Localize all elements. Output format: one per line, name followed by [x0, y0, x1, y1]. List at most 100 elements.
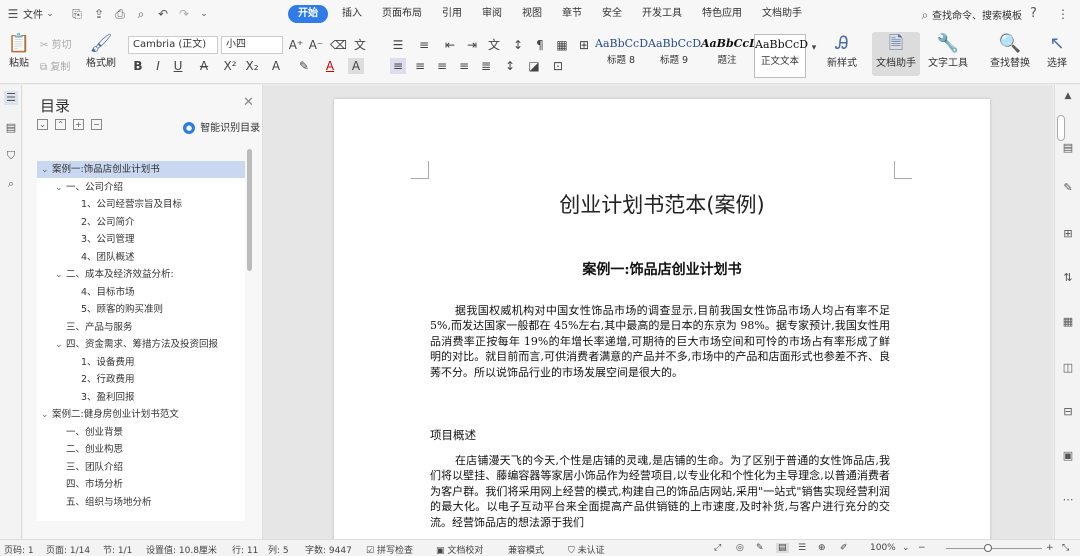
- style-caption[interactable]: AaBbCcD 题注: [701, 34, 759, 78]
- toc-item[interactable]: 五、组织与场地分析: [66, 494, 152, 511]
- print-icon[interactable]: ⎙: [113, 7, 127, 21]
- shading-icon[interactable]: ◪: [526, 58, 542, 74]
- read-mode-icon[interactable]: ✐: [840, 543, 848, 553]
- distribute-icon[interactable]: ≣: [478, 58, 494, 74]
- toc-item[interactable]: ⌄ 四、资金需求、筹措方法及投资回报: [55, 336, 218, 353]
- indent-icon[interactable]: ⇥: [464, 37, 480, 53]
- text-effect-icon[interactable]: A: [268, 58, 284, 74]
- remove-heading-icon[interactable]: −: [91, 119, 102, 130]
- toc-item[interactable]: 5、顾客的购买准则: [81, 301, 163, 318]
- help-button[interactable]: ?: [1030, 6, 1037, 21]
- toc-item[interactable]: 三、产品与服务: [66, 319, 133, 336]
- toc-item[interactable]: 2、公司简介: [81, 214, 135, 231]
- style-heading-8[interactable]: AaBbCcD 标题 8: [595, 34, 648, 78]
- toc-item[interactable]: 四、市场分析: [66, 476, 123, 493]
- subscript-icon[interactable]: X₂: [244, 58, 260, 74]
- document-page[interactable]: 创业计划书范本(案例) 案例一:饰品店创业计划书 据我国权威机构对中国女性饰品市…: [334, 99, 990, 539]
- eye-protect-icon[interactable]: ◎: [736, 543, 744, 553]
- tab-developer[interactable]: 开发工具: [632, 5, 692, 23]
- write-mode-icon[interactable]: ✎: [756, 543, 764, 553]
- zoom-slider-knob[interactable]: [984, 544, 992, 552]
- table-icon[interactable]: ⊞: [576, 37, 592, 53]
- toc-item[interactable]: ⌄ 案例一:饰品店创业计划书: [37, 161, 245, 178]
- font-name-select[interactable]: Cambria (正文): [128, 36, 218, 54]
- text-tools-button[interactable]: 🔧 文字工具: [924, 34, 972, 70]
- show-marks-icon[interactable]: ¶: [532, 37, 548, 53]
- export-icon[interactable]: ⇪: [92, 7, 106, 21]
- shrink-font-icon[interactable]: A⁻: [308, 37, 324, 53]
- doc-assistant-button[interactable]: 🗎 文档助手: [872, 32, 920, 76]
- toc-item[interactable]: 二、创业构思: [66, 441, 123, 458]
- highlight-icon[interactable]: ✎: [296, 58, 312, 74]
- toc-item[interactable]: 4、团队概述: [81, 249, 135, 266]
- add-heading-icon[interactable]: +: [73, 119, 84, 130]
- undo-icon[interactable]: ↶: [156, 7, 170, 21]
- bullet-list-icon[interactable]: ☰: [390, 37, 406, 53]
- expand-all-icon[interactable]: ⌃: [55, 119, 66, 130]
- zoom-in-icon[interactable]: +: [1046, 543, 1054, 553]
- side-tool-icon[interactable]: ⊟: [1061, 405, 1075, 419]
- auth-button[interactable]: ⛉ 未认证: [568, 543, 605, 556]
- cut-button[interactable]: ✂ 剪切: [40, 36, 72, 51]
- toc-item[interactable]: 三、团队介绍: [66, 459, 123, 476]
- file-menu[interactable]: ☰ 文件 ⌄: [6, 6, 57, 22]
- format-painter-button[interactable]: 🖌 格式刷: [84, 34, 118, 70]
- strikethrough-icon[interactable]: A: [196, 58, 212, 74]
- toc-item[interactable]: 一、创业背景: [66, 424, 123, 441]
- bold-icon[interactable]: B: [130, 58, 146, 74]
- zoom-level[interactable]: 100%: [870, 543, 896, 553]
- bookmark-icon[interactable]: ⛉: [4, 149, 18, 163]
- zoom-slider[interactable]: [946, 548, 1042, 549]
- side-tool-icon[interactable]: ◫: [1061, 361, 1075, 375]
- numbered-list-icon[interactable]: ≡: [416, 37, 432, 53]
- scroll-up-icon[interactable]: ▲: [1061, 89, 1075, 103]
- outline-view-icon[interactable]: ☰: [798, 543, 806, 553]
- side-tool-icon[interactable]: ⇅: [1061, 271, 1075, 285]
- borders-icon[interactable]: ▦: [554, 37, 570, 53]
- side-tool-icon[interactable]: ⋯: [1061, 493, 1075, 507]
- paste-button[interactable]: 📋 粘贴: [4, 34, 34, 70]
- fullscreen-icon[interactable]: ⤢: [714, 543, 721, 553]
- align-right-icon[interactable]: ≡: [434, 58, 450, 74]
- tab-layout[interactable]: 页面布局: [372, 5, 432, 23]
- sort-icon[interactable]: ↕: [510, 37, 526, 53]
- tab-features[interactable]: 特色应用: [692, 5, 752, 23]
- tab-doc-assistant[interactable]: 文档助手: [752, 5, 812, 23]
- side-tool-icon[interactable]: ▣: [1061, 449, 1075, 463]
- align-left-icon[interactable]: ≡: [390, 58, 406, 74]
- toc-item[interactable]: 1、设备费用: [81, 354, 135, 371]
- more-icon[interactable]: ⋮: [1056, 7, 1070, 21]
- chinese-layout-icon[interactable]: 文: [486, 37, 502, 53]
- collapse-all-icon[interactable]: ⌄: [37, 119, 48, 130]
- find-icon[interactable]: ⌕: [4, 177, 18, 191]
- tab-review[interactable]: 审阅: [472, 5, 512, 23]
- superscript-icon[interactable]: X²: [222, 58, 238, 74]
- customize-icon[interactable]: ⌄: [197, 7, 211, 21]
- style-gallery-more-icon[interactable]: ▾: [806, 40, 822, 56]
- toc-item[interactable]: 3、公司管理: [81, 231, 135, 248]
- tab-section[interactable]: 章节: [552, 5, 592, 23]
- zoom-out-icon[interactable]: −: [918, 543, 926, 553]
- toc-item[interactable]: 3、盈利回报: [81, 389, 135, 406]
- side-tool-icon[interactable]: ✎: [1061, 181, 1075, 195]
- preview-icon[interactable]: ⌕: [134, 7, 148, 21]
- italic-icon[interactable]: I: [150, 58, 166, 74]
- outdent-icon[interactable]: ⇤: [442, 37, 458, 53]
- side-tool-icon[interactable]: ▦: [1061, 315, 1075, 329]
- command-search[interactable]: ⌕ 查找命令、搜索模板: [918, 7, 1022, 23]
- tab-home[interactable]: 开始: [288, 5, 328, 23]
- toc-scrollbar[interactable]: [247, 149, 252, 271]
- toc-item[interactable]: ⌄ 一、公司介绍: [55, 179, 123, 196]
- line-spacing-icon[interactable]: ↕: [502, 58, 518, 74]
- style-heading-9[interactable]: AaBbCcD 标题 9: [648, 34, 701, 78]
- save-icon[interactable]: ⎘: [70, 7, 84, 21]
- page-view-icon[interactable]: ▤: [776, 543, 789, 553]
- tab-insert[interactable]: 插入: [332, 5, 372, 23]
- font-color-icon[interactable]: A: [322, 58, 338, 74]
- zoom-dropdown-icon[interactable]: ⌄: [902, 543, 910, 553]
- select-button[interactable]: ↖ 选择: [1040, 34, 1074, 70]
- fit-icon[interactable]: ⤡: [1062, 543, 1069, 553]
- thumbnail-icon[interactable]: ▤: [4, 121, 18, 135]
- tab-references[interactable]: 引用: [432, 5, 472, 23]
- tab-view[interactable]: 视图: [512, 5, 552, 23]
